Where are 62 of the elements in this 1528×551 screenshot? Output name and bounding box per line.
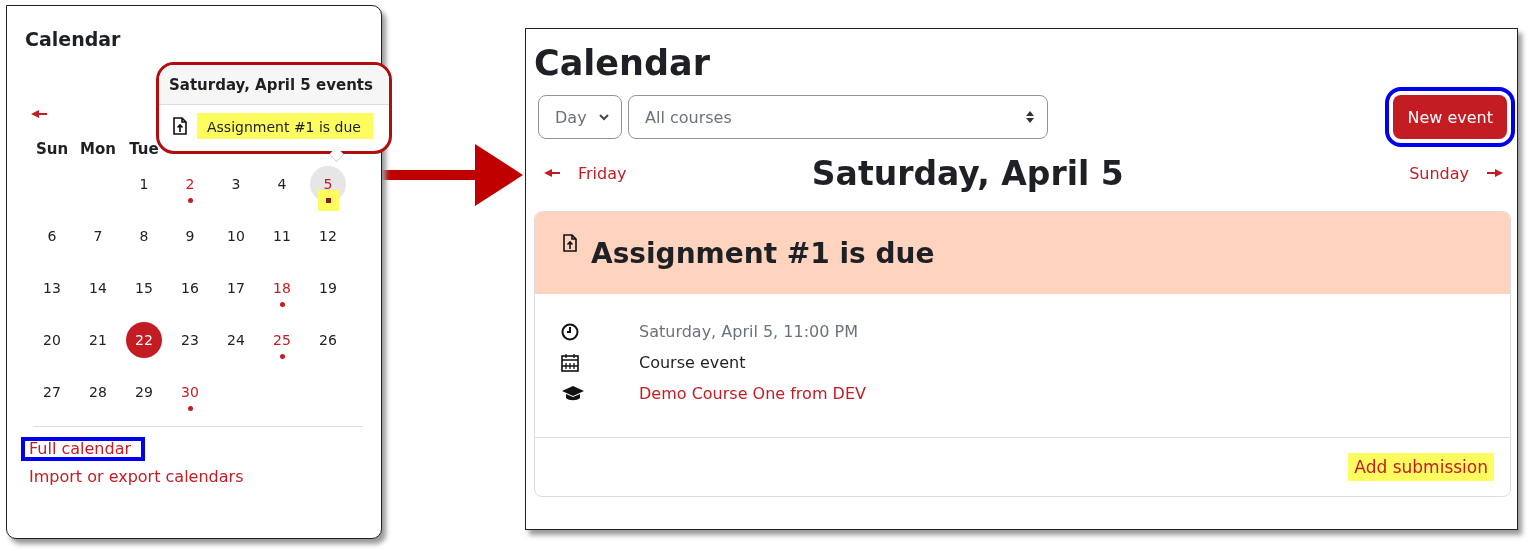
calendar-link[interactable]: Import or export calendars — [21, 465, 258, 489]
sort-icon — [1025, 110, 1035, 124]
calendar-day[interactable]: 27 — [34, 374, 70, 410]
calendar-day[interactable]: 1 — [126, 166, 162, 202]
calendar-day[interactable]: 9 — [172, 218, 208, 254]
calendar-day[interactable]: 3 — [218, 166, 254, 202]
calendar-day[interactable]: 10 — [218, 218, 254, 254]
event-dot — [279, 302, 285, 307]
calendar-day[interactable]: 6 — [34, 218, 70, 254]
page-title: Calendar — [534, 43, 711, 83]
event-dot — [187, 406, 193, 411]
arrow-left-icon — [544, 169, 560, 177]
popover-title: Saturday, April 5 events — [159, 65, 389, 105]
calendar-day[interactable]: 28 — [80, 374, 116, 410]
clock-icon — [561, 322, 579, 341]
previous-day-link[interactable]: Friday — [544, 163, 627, 183]
calendar-link[interactable]: Full calendar — [21, 437, 145, 461]
calendar-day[interactable]: 24 — [218, 322, 254, 358]
event-detail: Course event — [639, 353, 746, 372]
calendar-day[interactable]: 4 — [264, 166, 300, 202]
calendar-day[interactable]: 30 — [172, 374, 208, 410]
calendar-day[interactable]: 13 — [34, 270, 70, 306]
calendar-day[interactable]: 12 — [310, 218, 346, 254]
weekday-label: Tue — [128, 140, 160, 160]
graduation-cap-icon — [561, 385, 585, 402]
day-title: Saturday, April 5 — [811, 153, 1124, 193]
calendar-day[interactable]: 23 — [172, 322, 208, 358]
calendar-day[interactable]: 20 — [34, 322, 70, 358]
calendar-day[interactable]: 15 — [126, 270, 162, 306]
block-title: Calendar — [25, 28, 122, 50]
calendar-day[interactable]: 29 — [126, 374, 162, 410]
calendar-day[interactable]: 17 — [218, 270, 254, 306]
calendar-day[interactable]: 2 — [172, 166, 208, 202]
calendar-day[interactable]: 19 — [310, 270, 346, 306]
weekday-label: Mon — [79, 140, 117, 160]
calendar-day[interactable]: 21 — [80, 322, 116, 358]
previous-month-icon[interactable] — [31, 110, 47, 118]
today-marker[interactable]: 22 — [126, 322, 162, 358]
calendar-day[interactable]: 25 — [264, 322, 300, 358]
weekday-label: Sun — [34, 140, 70, 160]
calendar-icon — [561, 353, 579, 372]
calendar-day[interactable]: 26 — [310, 322, 346, 358]
chevron-down-icon — [599, 113, 609, 121]
event-title: Assignment #1 is due — [591, 236, 935, 270]
course-select[interactable]: All courses — [628, 95, 1048, 139]
file-upload-icon — [173, 117, 187, 135]
course-link[interactable]: Demo Course One from DEV — [639, 384, 866, 403]
view-select[interactable]: Day — [538, 95, 622, 139]
event-detail: Saturday, April 5, 11:00 PM — [639, 322, 858, 341]
event-dot — [187, 198, 193, 203]
calendar-day[interactable]: 14 — [80, 270, 116, 306]
arrow-right-icon — [1487, 169, 1503, 177]
event-link[interactable]: Assignment #1 is due — [197, 113, 373, 139]
file-upload-icon — [563, 234, 577, 252]
calendar-day[interactable]: 7 — [80, 218, 116, 254]
event-dot — [279, 354, 285, 359]
calendar-day[interactable]: 16 — [172, 270, 208, 306]
next-day-link[interactable]: Sunday — [1409, 163, 1503, 183]
calendar-day[interactable]: 11 — [264, 218, 300, 254]
add-submission-link[interactable]: Add submission — [1348, 453, 1494, 481]
calendar-day[interactable]: 8 — [126, 218, 162, 254]
calendar-day[interactable]: 18 — [264, 270, 300, 306]
